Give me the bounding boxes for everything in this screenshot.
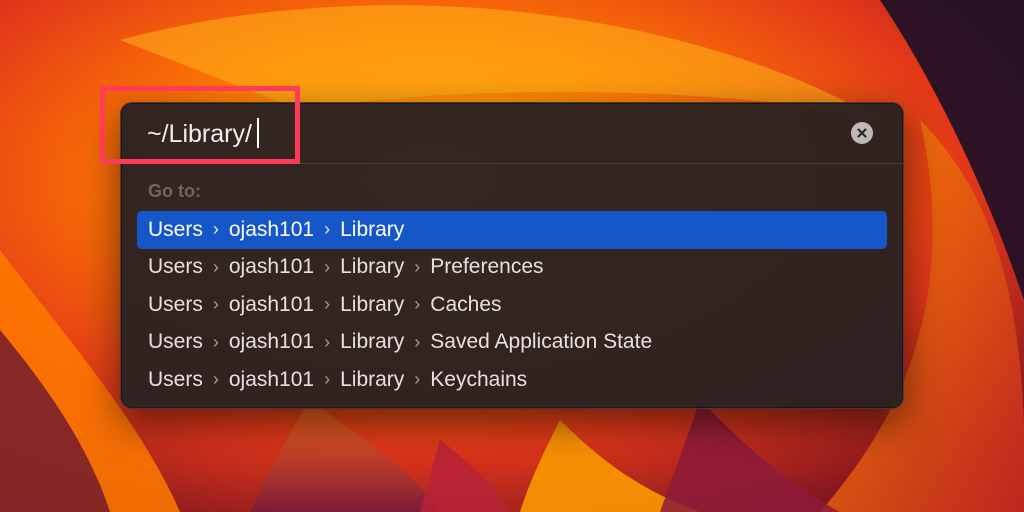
- text-cursor: [257, 118, 259, 148]
- path-segment: Users: [148, 292, 203, 316]
- chevron-right-icon: ›: [414, 369, 421, 390]
- path-segment: ojash101: [228, 255, 315, 279]
- chevron-right-icon: ›: [414, 331, 421, 352]
- chevron-right-icon: ›: [324, 331, 331, 352]
- path-segment: ojash101: [228, 367, 315, 391]
- clear-button[interactable]: [851, 122, 873, 144]
- path-segment: Library: [340, 292, 405, 316]
- path-segment: Saved Application State: [430, 330, 653, 354]
- chevron-right-icon: ›: [324, 219, 331, 240]
- path-segment: Caches: [430, 292, 502, 316]
- result-row[interactable]: Users › ojash101 › Library › Caches: [137, 286, 887, 324]
- result-row[interactable]: Users › ojash101 › Library › Preferences: [137, 249, 887, 287]
- chevron-right-icon: ›: [414, 256, 421, 277]
- result-row[interactable]: Users › ojash101 › Library: [137, 211, 887, 249]
- path-segment: ojash101: [228, 330, 315, 354]
- path-segment: Library: [340, 330, 405, 354]
- path-segment: Library: [340, 367, 405, 391]
- chevron-right-icon: ›: [414, 294, 421, 315]
- close-circle-icon: [857, 128, 867, 138]
- result-row[interactable]: Users › ojash101 › Library › Saved Application…: [137, 324, 887, 362]
- path-segment: Users: [148, 330, 203, 354]
- desktop: Go to: Users › ojash101 › Library Users › ojash…: [0, 0, 1024, 512]
- path-segment: Users: [148, 217, 203, 241]
- path-input[interactable]: [147, 116, 787, 152]
- chevron-right-icon: ›: [212, 256, 219, 277]
- path-segment: Library: [340, 255, 405, 279]
- results-list: Users › ojash101 › Library Users › ojash101 › Lib…: [137, 211, 887, 399]
- path-segment: ojash101: [228, 217, 315, 241]
- chevron-right-icon: ›: [212, 331, 219, 352]
- chevron-right-icon: ›: [212, 369, 219, 390]
- path-segment: Preferences: [430, 255, 544, 279]
- path-segment: Users: [148, 367, 203, 391]
- divider: [121, 163, 903, 164]
- path-segment: Library: [340, 217, 405, 241]
- path-segment: ojash101: [228, 292, 315, 316]
- chevron-right-icon: ›: [212, 294, 219, 315]
- chevron-right-icon: ›: [324, 256, 331, 277]
- chevron-right-icon: ›: [324, 369, 331, 390]
- path-segment: Users: [148, 255, 203, 279]
- chevron-right-icon: ›: [324, 294, 331, 315]
- go-to-label: Go to:: [148, 181, 201, 201]
- result-row[interactable]: Users › ojash101 › Library › Keychains: [137, 361, 887, 399]
- chevron-right-icon: ›: [212, 219, 219, 240]
- path-segment: Keychains: [430, 367, 528, 391]
- go-to-folder-panel: Go to: Users › ojash101 › Library Users › ojash…: [120, 102, 904, 409]
